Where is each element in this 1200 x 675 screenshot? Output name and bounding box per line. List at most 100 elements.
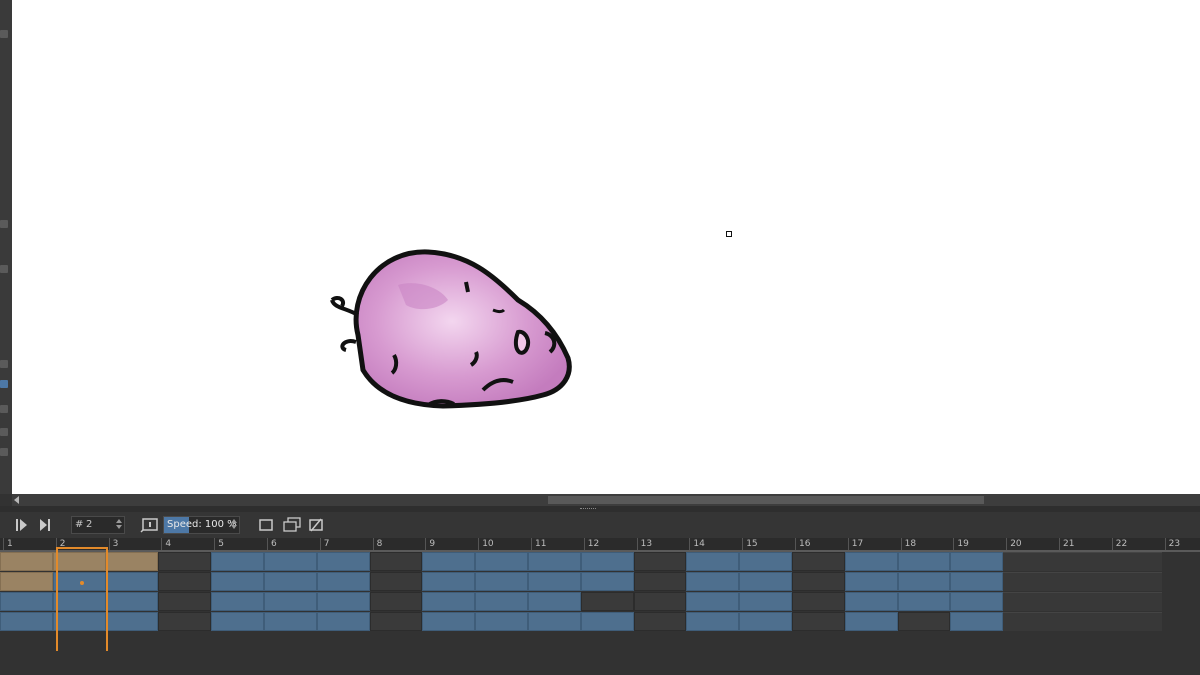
frame-ruler[interactable]: 1 2 3 4 5 6 7 8 9 10 11 12 13 14 15 16 17 18 19 20 21 22 23: [0, 538, 1200, 550]
layer-icon[interactable]: [0, 428, 8, 436]
frame-cell[interactable]: [1108, 592, 1162, 611]
frame-tick[interactable]: 3: [108, 538, 162, 550]
frame-cell[interactable]: [316, 612, 370, 631]
drop-frames-icon[interactable]: [307, 516, 325, 534]
frame-cell[interactable]: [475, 572, 528, 591]
frame-cell[interactable]: [792, 592, 845, 611]
frame-cell[interactable]: [897, 612, 951, 631]
frame-cell[interactable]: [950, 612, 1004, 631]
frame-cell[interactable]: [105, 592, 159, 611]
frame-cell[interactable]: [633, 592, 687, 611]
frame-cell[interactable]: [369, 592, 423, 611]
frame-cell[interactable]: [475, 592, 528, 611]
frame-cell[interactable]: [316, 572, 370, 591]
frame-cell[interactable]: [950, 592, 1004, 611]
frame-cell[interactable]: [950, 552, 1004, 571]
frame-cell[interactable]: [105, 552, 159, 571]
frame-cell[interactable]: [1108, 552, 1162, 571]
frame-number-field[interactable]: # 2: [71, 516, 125, 534]
frame-cell[interactable]: [897, 572, 951, 591]
frame-spinner[interactable]: [114, 518, 123, 532]
frame-tick[interactable]: 12: [583, 538, 637, 550]
frame-tick[interactable]: 4: [161, 538, 214, 550]
horizontal-scrollbar[interactable]: [12, 494, 1200, 506]
frame-cell[interactable]: [792, 552, 845, 571]
frame-cell[interactable]: [633, 612, 687, 631]
frame-tick[interactable]: 5: [214, 538, 267, 550]
frame-cell[interactable]: [1003, 572, 1056, 591]
frame-tick[interactable]: 1: [3, 538, 56, 550]
frame-cell[interactable]: [0, 592, 53, 611]
frame-cell[interactable]: [211, 612, 264, 631]
frame-cell[interactable]: [580, 552, 634, 571]
frame-cell[interactable]: [422, 592, 476, 611]
frame-cell[interactable]: [1003, 612, 1056, 631]
layer-icon[interactable]: [0, 380, 8, 388]
frame-cell[interactable]: [739, 572, 792, 591]
frame-cell[interactable]: [475, 552, 528, 571]
frame-cell[interactable]: [528, 552, 581, 571]
frame-tick[interactable]: 14: [689, 538, 742, 550]
frame-cell[interactable]: [211, 572, 264, 591]
frame-cell[interactable]: [739, 592, 792, 611]
layer-row[interactable]: [0, 572, 1200, 592]
tool-icon[interactable]: [0, 265, 8, 273]
tool-icon[interactable]: [0, 220, 8, 228]
frame-tick[interactable]: 7: [319, 538, 373, 550]
frame-cell[interactable]: [528, 572, 581, 591]
layer-icon[interactable]: [0, 360, 8, 368]
frame-cell[interactable]: [528, 612, 581, 631]
frame-cell[interactable]: [1003, 552, 1056, 571]
frame-tick[interactable]: 9: [425, 538, 478, 550]
layer-row[interactable]: [0, 612, 1200, 632]
frame-cell[interactable]: [316, 592, 370, 611]
frame-cell[interactable]: [686, 612, 740, 631]
frame-cell[interactable]: [1056, 612, 1109, 631]
frame-cell[interactable]: [158, 552, 212, 571]
scrollbar-thumb[interactable]: [548, 496, 984, 504]
frame-tick[interactable]: 19: [953, 538, 1006, 550]
layer-icon[interactable]: [0, 405, 8, 413]
frame-cell[interactable]: [158, 612, 212, 631]
frame-tick[interactable]: 17: [847, 538, 901, 550]
frame-cell[interactable]: [0, 612, 53, 631]
frame-cell[interactable]: [105, 572, 159, 591]
frame-cell[interactable]: [950, 572, 1004, 591]
frame-cell[interactable]: [792, 612, 845, 631]
frame-cell[interactable]: [422, 612, 476, 631]
frame-cell[interactable]: [0, 552, 53, 571]
frame-cell[interactable]: [264, 552, 317, 571]
frame-tick[interactable]: 10: [478, 538, 531, 550]
frame-tick[interactable]: 21: [1059, 538, 1112, 550]
frame-cell[interactable]: [633, 552, 687, 571]
next-frame-icon[interactable]: [36, 516, 54, 534]
layer-row[interactable]: [0, 592, 1200, 612]
play-icon[interactable]: [12, 516, 30, 534]
frame-cell[interactable]: [686, 592, 740, 611]
frame-cell[interactable]: [844, 612, 898, 631]
frame-tick[interactable]: 22: [1111, 538, 1165, 550]
frame-cell[interactable]: [422, 552, 476, 571]
layer-icon[interactable]: [0, 448, 8, 456]
frame-cell[interactable]: [211, 592, 264, 611]
frame-cell[interactable]: [844, 572, 898, 591]
frame-cell[interactable]: [158, 592, 212, 611]
frame-cell[interactable]: [0, 572, 53, 591]
playback-speed-field[interactable]: Speed: 100 %: [163, 516, 240, 534]
speed-spinner[interactable]: [229, 518, 238, 532]
frame-cell[interactable]: [633, 572, 687, 591]
splitter-grip-icon[interactable]: [580, 508, 596, 511]
frame-cell[interactable]: [686, 572, 740, 591]
frame-tick[interactable]: 23: [1164, 538, 1200, 550]
single-frame-icon[interactable]: [257, 516, 275, 534]
frame-cell[interactable]: [739, 612, 792, 631]
frame-cell[interactable]: [897, 552, 951, 571]
layer-row[interactable]: [0, 552, 1200, 572]
frame-cell[interactable]: [792, 572, 845, 591]
frame-cell[interactable]: [1056, 592, 1109, 611]
frame-cell[interactable]: [580, 612, 634, 631]
frame-cell[interactable]: [105, 612, 159, 631]
frame-cell[interactable]: [1108, 612, 1162, 631]
frame-cell[interactable]: [264, 612, 317, 631]
frame-cell[interactable]: [316, 552, 370, 571]
